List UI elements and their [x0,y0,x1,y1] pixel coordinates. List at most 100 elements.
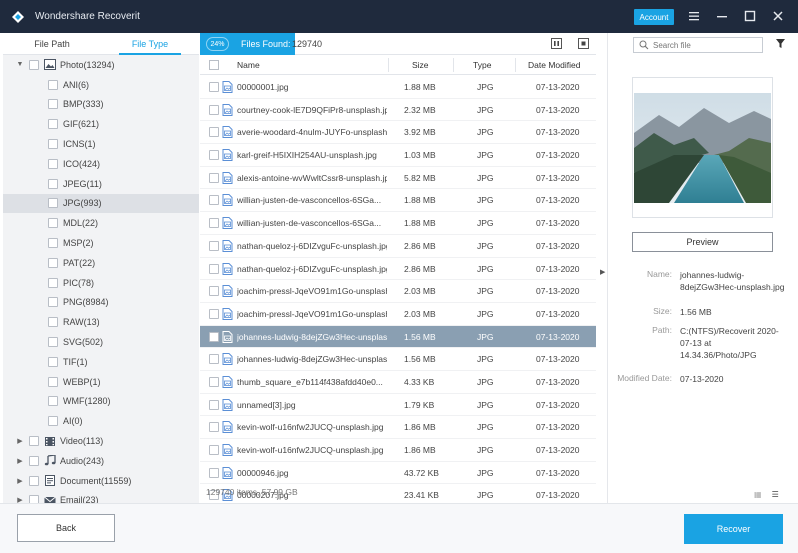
table-row[interactable]: joachim-pressl-JqeVO91m1Go-unsplash.jpg 2… [200,280,596,303]
subtype-row[interactable]: JPG(993) [3,193,199,214]
subtype-checkbox[interactable] [48,99,58,110]
row-checkbox[interactable] [209,195,219,206]
row-checkbox[interactable] [209,82,219,92]
table-row[interactable]: nathan-queloz-j-6DIZvguFc-unsplash.jpg 2.… [200,235,596,258]
search-box[interactable] [633,37,763,53]
category-row[interactable]: ▼ Photo(13294) [3,55,199,75]
row-checkbox[interactable] [209,263,219,274]
table-row[interactable]: thumb_square_e7b114f438afdd40e0... 4.33 K… [200,371,596,394]
subtype-row[interactable]: SVG(502) [3,332,199,352]
row-checkbox[interactable] [209,218,219,229]
subtype-row[interactable]: GIF(621) [3,114,199,134]
table-row[interactable]: courtney-cook-lE7D9QFiPr8-unsplash.jpg 2.… [200,99,596,122]
subtype-checkbox[interactable] [48,416,58,427]
column-size[interactable]: Size [412,60,429,70]
subtype-checkbox[interactable] [48,119,58,130]
table-row[interactable]: nathan-queloz-j-6DIZvguFc-unsplash.jpg 2.… [200,258,596,281]
subtype-row[interactable]: WMF(1280) [3,392,199,412]
category-checkbox[interactable] [29,59,39,70]
table-row[interactable]: 00000946.jpg 43.72 KB JPG 07-13-2020 [200,462,596,485]
expand-right-icon[interactable]: ▶ [16,457,24,465]
subtype-row[interactable]: ICNS(1) [3,134,199,154]
collapse-preview-arrow-icon[interactable]: ▶ [600,268,605,276]
account-button[interactable]: Account [634,9,674,25]
row-checkbox[interactable] [209,127,219,138]
subtype-row[interactable]: BMP(333) [3,95,199,115]
table-row[interactable]: willian-justen-de-vasconcellos-6SGa... 1.… [200,212,596,235]
list-view-icon[interactable]: ☰ [772,490,779,499]
subtype-checkbox[interactable] [48,396,58,407]
table-row[interactable]: johannes-ludwig-8dejZGw3Hec-unsplash.jpg… [200,348,596,371]
table-row[interactable]: kevin-wolf-u16nfw2JUCQ-unsplash.jpg 1.86 … [200,439,596,462]
subtype-row[interactable]: TIF(1) [3,352,199,372]
pause-scan-button[interactable] [551,38,562,49]
category-checkbox[interactable] [29,436,39,447]
table-row[interactable]: willian-justen-de-vasconcellos-6SGa... 1.… [200,189,596,213]
subtype-checkbox[interactable] [48,79,58,90]
search-input[interactable] [653,40,753,50]
subtype-row[interactable]: MDL(22) [3,213,199,233]
subtype-checkbox[interactable] [48,297,58,308]
category-checkbox[interactable] [29,475,39,486]
column-date-modified[interactable]: Date Modified [528,60,580,70]
expand-right-icon[interactable]: ▶ [16,437,24,445]
subtype-row[interactable]: PNG(8984) [3,293,199,313]
subtype-row[interactable]: AI(0) [3,411,199,431]
category-checkbox[interactable] [29,495,39,503]
subtype-checkbox[interactable] [48,356,58,367]
row-checkbox[interactable] [209,104,219,115]
subtype-row[interactable]: JPEG(11) [3,174,199,194]
category-row[interactable]: ▶ Document(11559) [3,471,199,491]
subtype-checkbox[interactable] [48,317,58,328]
table-row[interactable]: kevin-wolf-u16nfw2JUCQ-unsplash.jpg 1.86 … [200,416,596,439]
recover-button[interactable]: Recover [684,514,783,544]
category-checkbox[interactable] [29,455,39,466]
subtype-row[interactable]: PAT(22) [3,253,199,273]
subtype-row[interactable]: ANI(6) [3,75,199,95]
row-checkbox[interactable] [209,376,219,387]
grid-view-icon[interactable]: ▦ [754,490,762,499]
back-button[interactable]: Back [17,514,115,542]
select-all-checkbox[interactable] [209,60,219,70]
table-row[interactable]: 00000001.jpg 1.88 MB JPG 07-13-2020 [200,76,596,99]
subtype-row[interactable]: MSP(2) [3,233,199,253]
subtype-checkbox[interactable] [48,257,58,268]
row-checkbox[interactable] [209,150,219,161]
subtype-checkbox[interactable] [48,238,58,249]
subtype-checkbox[interactable] [48,158,58,169]
subtype-checkbox[interactable] [48,376,58,387]
category-row[interactable]: ▶ Audio(243) [3,451,199,471]
column-name[interactable]: Name [237,60,260,70]
subtype-checkbox[interactable] [48,139,58,150]
subtype-row[interactable]: RAW(13) [3,312,199,332]
row-checkbox[interactable] [209,399,219,410]
menu-icon[interactable] [686,8,702,24]
row-checkbox[interactable] [209,308,219,319]
tab-file-type[interactable]: File Type [101,33,199,55]
subtype-checkbox[interactable] [48,337,58,348]
row-checkbox[interactable] [209,240,219,251]
subtype-row[interactable]: ICO(424) [3,154,199,174]
row-checkbox[interactable] [209,331,219,342]
preview-button[interactable]: Preview [632,232,773,252]
row-checkbox[interactable] [209,445,219,455]
subtype-row[interactable]: PIC(78) [3,273,199,293]
subtype-checkbox[interactable] [48,198,58,209]
subtype-checkbox[interactable] [48,277,58,288]
row-checkbox[interactable] [209,286,219,297]
row-checkbox[interactable] [209,172,219,183]
row-checkbox[interactable] [209,467,219,478]
table-row[interactable]: unnamed[3].jpg 1.79 KB JPG 07-13-2020 [200,394,596,417]
row-checkbox[interactable] [209,354,219,365]
close-icon[interactable] [770,8,786,24]
category-row[interactable]: ▶ Email(23) [3,491,199,503]
category-row[interactable]: ▶ Video(113) [3,431,199,451]
subtype-row[interactable]: WEBP(1) [3,372,199,392]
tab-file-path[interactable]: File Path [3,33,101,54]
stop-scan-button[interactable] [578,38,589,49]
table-row[interactable]: johannes-ludwig-8dejZGw3Hec-unsplash.jpg… [200,325,596,349]
subtype-checkbox[interactable] [48,178,58,189]
expand-right-icon[interactable]: ▶ [16,477,24,485]
expand-down-icon[interactable]: ▼ [16,61,24,69]
minimize-icon[interactable] [714,8,730,24]
